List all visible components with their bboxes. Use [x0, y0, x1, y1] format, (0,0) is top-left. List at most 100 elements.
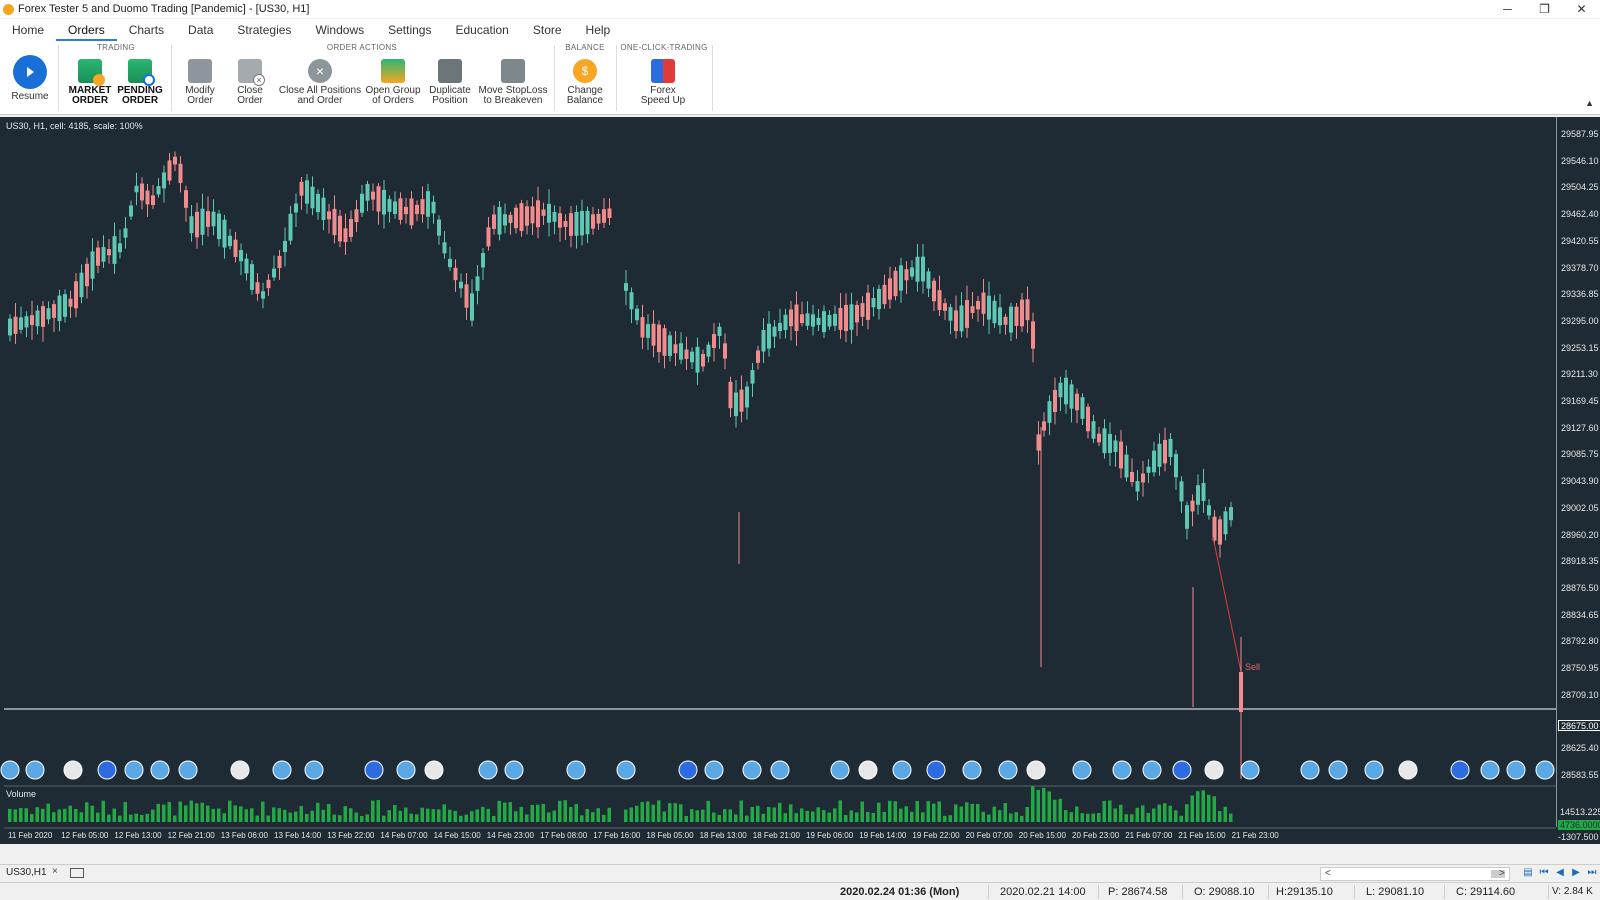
candle-body: [569, 213, 573, 236]
price-chart[interactable]: Sell: [0, 117, 1556, 844]
price-tick: 29378.70: [1561, 262, 1599, 273]
tab-settings[interactable]: Settings: [376, 19, 443, 41]
candle-body: [651, 323, 656, 346]
time-tick: 11 Feb 2020: [8, 831, 53, 840]
candle-body: [1157, 443, 1162, 467]
speed-up-label-2: Speed Up: [640, 95, 686, 106]
tab-help[interactable]: Help: [574, 19, 623, 41]
close-all-button[interactable]: × Close All Positions and Order: [276, 55, 364, 106]
volume-bar: [574, 803, 578, 822]
volume-bar: [772, 807, 776, 822]
close-order-button[interactable]: × Close Order: [226, 55, 274, 106]
candle-body: [195, 211, 199, 238]
candle-body: [41, 306, 45, 327]
restore-button[interactable]: ❐: [1526, 0, 1563, 18]
scroll-right-icon[interactable]: >: [1499, 868, 1505, 879]
volume-axis-min: -1307.500: [1558, 832, 1599, 842]
time-tick: 19 Feb 14:00: [859, 831, 907, 840]
candle-body: [239, 250, 243, 262]
volume-bar: [1025, 807, 1029, 822]
chart-settings-icon[interactable]: ▤: [1522, 867, 1534, 879]
tab-home[interactable]: Home: [0, 19, 56, 41]
pending-order-label-2: ORDER: [121, 95, 159, 106]
minimize-button[interactable]: ─: [1489, 0, 1526, 18]
horizontal-scrollbar[interactable]: < >: [1320, 867, 1510, 881]
economic-event-icon: [63, 760, 83, 780]
tab-store[interactable]: Store: [521, 19, 574, 41]
price-tick: 29336.85: [1561, 289, 1599, 300]
volume-bar: [552, 810, 556, 822]
volume-bar: [844, 815, 848, 822]
volume-bar: [233, 805, 237, 822]
volume-bar: [1113, 808, 1117, 822]
volume-bar: [57, 809, 61, 822]
go-next-icon[interactable]: ▶: [1570, 867, 1582, 879]
candle-body: [426, 191, 430, 217]
candle-body: [1108, 434, 1112, 453]
tab-data[interactable]: Data: [176, 19, 225, 41]
move-stoploss-button[interactable]: Move StopLoss to Breakeven: [478, 55, 548, 106]
pending-order-button[interactable]: PENDING ORDER: [116, 55, 164, 106]
duplicate-position-button[interactable]: Duplicate Position: [424, 55, 476, 106]
move-sl-label-2: to Breakeven: [483, 95, 543, 106]
scroll-left-icon[interactable]: <: [1325, 868, 1331, 879]
candle-body: [943, 303, 947, 311]
candle-body: [118, 243, 122, 253]
collapse-ribbon-icon[interactable]: ▲: [1585, 98, 1594, 108]
go-prev-icon[interactable]: ◀: [1554, 867, 1566, 879]
time-tick: 21 Feb 23:00: [1231, 831, 1279, 840]
volume-bar: [1196, 791, 1200, 822]
volume-bar: [607, 807, 611, 822]
volume-bar: [497, 800, 501, 822]
volume-bar: [310, 810, 314, 822]
candle-body: [1003, 316, 1008, 325]
tab-orders[interactable]: Orders: [56, 19, 117, 41]
volume-axis-max: 14513.225: [1560, 807, 1600, 817]
go-first-icon[interactable]: ⏮: [1538, 867, 1550, 879]
modify-order-button[interactable]: Modify Order: [176, 55, 224, 106]
volume-bar: [1124, 814, 1128, 822]
tab-education[interactable]: Education: [443, 19, 520, 41]
volume-label: Volume: [6, 789, 37, 799]
economic-event-icon: [97, 760, 117, 780]
close-tab-icon[interactable]: ×: [52, 866, 58, 877]
tab-charts[interactable]: Charts: [117, 19, 176, 41]
volume-bar: [910, 811, 914, 822]
economic-event-icon: [1204, 760, 1224, 780]
volume-bar: [745, 815, 749, 822]
change-balance-button[interactable]: $ Change Balance: [560, 55, 610, 106]
volume-bar: [794, 813, 798, 822]
market-order-button[interactable]: MARKET ORDER: [66, 55, 114, 106]
resume-button[interactable]: Resume: [8, 55, 52, 102]
forex-speed-up-button[interactable]: Forex Speed Up: [632, 55, 694, 106]
volume-bar: [338, 815, 342, 822]
chart-area[interactable]: Sell US30, H1, cell: 4185, scale: 100% 2…: [0, 117, 1600, 844]
volume-bar: [800, 808, 804, 822]
new-window-icon[interactable]: [70, 868, 84, 878]
candle-body: [893, 270, 898, 297]
candle-body: [123, 228, 128, 238]
open-group-button[interactable]: Open Group of Orders: [364, 55, 422, 106]
candle-body: [497, 206, 502, 235]
volume-bar: [690, 809, 694, 822]
open-group-icon: [381, 59, 405, 83]
go-last-icon[interactable]: ⏭: [1586, 867, 1598, 879]
tab-windows[interactable]: Windows: [303, 19, 376, 41]
candle-body: [706, 344, 711, 357]
volume-bar: [453, 810, 457, 822]
tab-strategies[interactable]: Strategies: [225, 19, 303, 41]
volume-bar: [761, 813, 765, 822]
candle-body: [1102, 428, 1107, 454]
candle-body: [541, 209, 546, 216]
volume-bar: [1223, 806, 1227, 822]
price-tick: 28960.20: [1561, 529, 1599, 540]
volume-bar: [635, 805, 639, 822]
volume-bar: [1031, 786, 1035, 822]
volume-bar: [1020, 815, 1024, 822]
candle-body: [206, 211, 210, 227]
volume-bar: [250, 808, 254, 822]
close-window-button[interactable]: ✕: [1563, 0, 1600, 18]
chart-tab-us30[interactable]: US30,H1: [6, 867, 47, 878]
time-tick: 13 Feb 14:00: [274, 831, 322, 840]
volume-bar: [272, 807, 276, 822]
